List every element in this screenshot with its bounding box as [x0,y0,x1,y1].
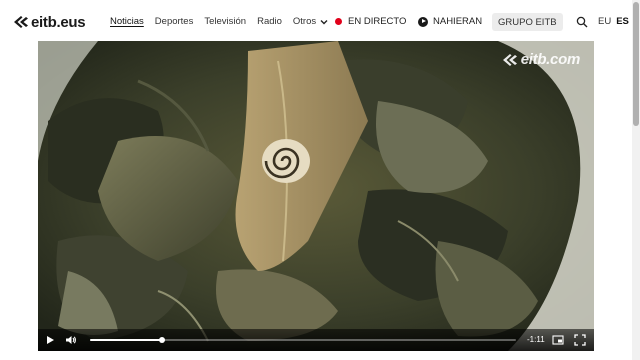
nav-item-otros[interactable]: Otros [293,16,328,27]
volume-button[interactable] [65,334,77,346]
progress-fill [90,339,163,341]
volume-icon [66,336,76,344]
eitb-logo-icon [14,16,28,28]
logo-text: eitb.eus [31,13,86,31]
eitb-watermark-icon [502,53,517,66]
language-switcher: EU ES [598,16,634,27]
nav-item-radio[interactable]: Radio [257,16,282,27]
video-frame [38,41,594,351]
lang-eu[interactable]: EU [598,16,611,27]
nahieran-label: NAHIERAN [433,16,483,27]
play-icon [47,336,54,344]
scrollbar-thumb[interactable] [633,2,639,126]
search-icon[interactable] [576,16,588,28]
pip-button[interactable] [552,334,564,346]
video-controls: -1:11 [38,329,594,351]
fullscreen-icon [574,334,586,346]
live-label: EN DIRECTO [348,16,407,27]
nav-item-television[interactable]: Televisión [204,16,246,27]
main-nav: Noticias Deportes Televisión Radio Otros [110,16,339,27]
grupo-eitb-button[interactable]: GRUPO EITB [492,13,563,31]
video-player[interactable]: eitb.com -1:11 [38,41,594,351]
live-dot-icon [335,18,342,25]
eitb-logo[interactable]: eitb.eus [12,13,86,31]
live-link[interactable]: EN DIRECTO [335,16,406,27]
nav-more-label: Otros [292,16,317,27]
progress-handle[interactable] [159,337,166,343]
nahieran-link[interactable]: NAHIERAN [418,16,482,27]
page-scrollbar[interactable] [632,0,640,360]
watermark-text: eitb.com [520,51,581,68]
time-remaining: -1:11 [527,335,545,344]
top-navigation-bar: eitb.eus Noticias Deportes Televisión Ra… [0,0,632,42]
nav-item-noticias[interactable]: Noticias [110,16,144,27]
picture-in-picture-icon [552,335,564,345]
chevron-down-icon [320,19,328,24]
progress-bar[interactable] [90,337,516,343]
lang-es[interactable]: ES [616,16,629,27]
video-watermark: eitb.com [500,51,580,68]
play-circle-icon [418,16,428,27]
play-button[interactable] [44,334,56,346]
fullscreen-button[interactable] [574,334,586,346]
nav-item-deportes[interactable]: Deportes [155,16,194,27]
